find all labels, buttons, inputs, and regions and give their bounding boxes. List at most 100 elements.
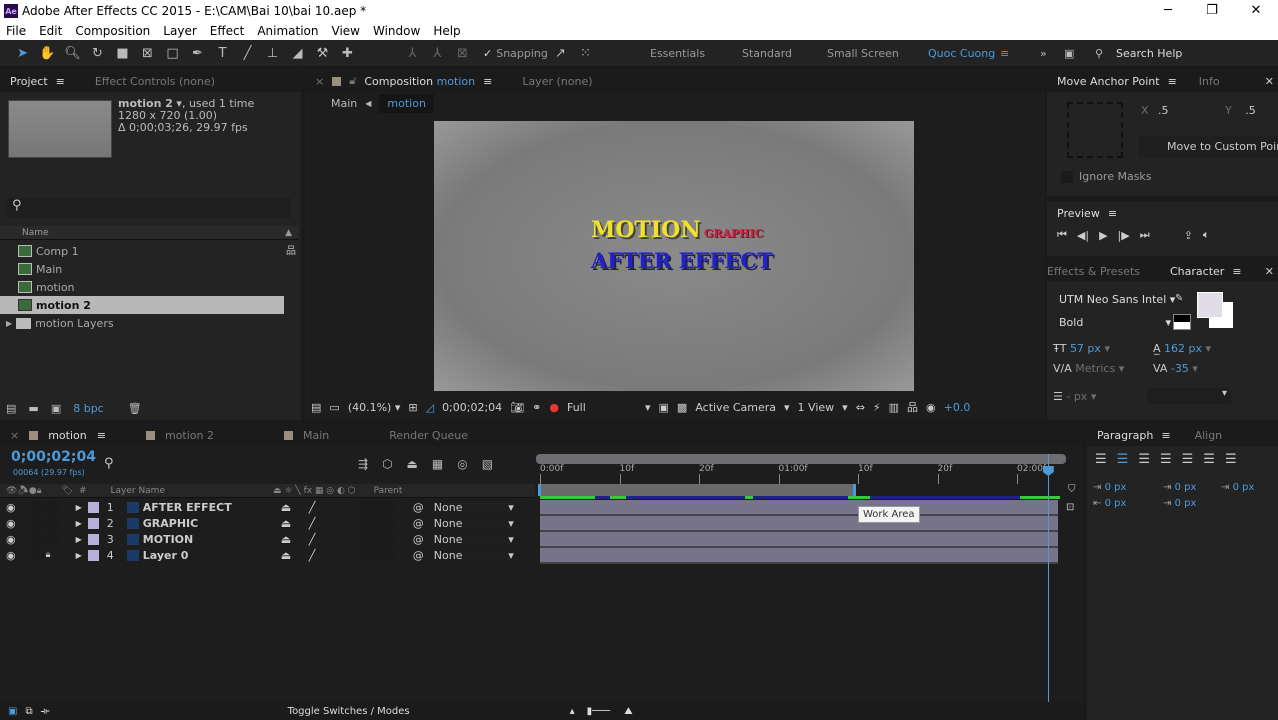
character-menu-icon[interactable]: ≡ <box>1232 265 1241 278</box>
indent-right-field[interactable]: ⇤ 0 px <box>1093 498 1126 509</box>
world-axis-icon[interactable]: ⅄ <box>425 46 450 61</box>
parent-dropdown[interactable]: None ▾ <box>429 500 514 514</box>
sort-icon[interactable]: ▲ <box>285 226 292 240</box>
font-style-dropdown[interactable]: Bold ▾ <box>1059 316 1171 329</box>
pick-whip-icon[interactable]: @ <box>413 517 424 530</box>
project-item-selected[interactable]: motion 2 <box>0 296 284 314</box>
first-frame-icon[interactable]: ⏮ <box>1057 228 1067 242</box>
toggle-switches-modes-button[interactable]: Toggle Switches / Modes <box>288 706 410 717</box>
exposure-value[interactable]: +0.0 <box>944 401 971 414</box>
delete-icon[interactable]: 🗑︎ <box>128 402 142 415</box>
tab-move-anchor-point[interactable]: Move Anchor Point <box>1057 75 1160 88</box>
time-navigator[interactable] <box>536 454 1066 464</box>
justify-last-right-icon[interactable]: ☰ <box>1203 452 1215 467</box>
menu-layer[interactable]: Layer <box>163 24 196 38</box>
project-menu-icon[interactable]: ≡ <box>56 75 65 88</box>
menu-composition[interactable]: Composition <box>75 24 150 38</box>
menu-view[interactable]: View <box>332 24 360 38</box>
justify-all-icon[interactable]: ☰ <box>1225 452 1237 467</box>
quality-switch-icon[interactable]: ╱ <box>309 533 359 546</box>
stroke-width-field[interactable]: ☰ - px ▾ <box>1053 390 1096 403</box>
tab-project[interactable]: Project <box>10 75 48 88</box>
tab-composition[interactable]: Composition motion <box>364 75 475 88</box>
next-frame-icon[interactable]: |▶ <box>1118 229 1130 242</box>
puppet-pin-tool-icon[interactable]: ✚ <box>335 46 360 61</box>
default-colors-icon[interactable] <box>1173 314 1191 330</box>
leading-field[interactable]: A̲ 162 px ▾ <box>1153 342 1211 355</box>
pan-behind-tool-icon[interactable]: ⊠ <box>135 46 160 61</box>
expand-arrow-icon[interactable]: ▶ <box>76 519 82 528</box>
align-left-icon[interactable]: ☰ <box>1095 452 1107 467</box>
fill-color-swatch[interactable] <box>1197 292 1223 318</box>
transfer-controls-icon[interactable]: ⧉ <box>25 706 32 717</box>
menu-help[interactable]: Help <box>433 24 460 38</box>
timeline-search-input[interactable]: ⚲ <box>104 456 114 471</box>
shy-layers-icon[interactable]: ⏏ <box>407 457 418 471</box>
parent-dropdown[interactable]: None ▾ <box>429 548 514 562</box>
pick-whip-icon[interactable]: @ <box>413 501 424 514</box>
stroke-type-dropdown[interactable]: ▾ <box>1147 388 1231 404</box>
layer-name[interactable]: Layer 0 <box>143 549 281 562</box>
new-composition-icon[interactable]: ▣ <box>51 402 61 415</box>
zoom-in-icon[interactable]: ⛰ <box>624 706 632 717</box>
zoom-out-icon[interactable]: ▴ <box>570 706 575 717</box>
visibility-eye-icon[interactable]: ◉ <box>6 501 16 514</box>
anchor-menu-icon[interactable]: ≡ <box>1168 75 1177 88</box>
y-field[interactable]: .5 <box>1245 104 1256 117</box>
menu-edit[interactable]: Edit <box>39 24 62 38</box>
type-tool-icon[interactable]: T <box>210 46 235 61</box>
minimize-button[interactable]: ─ <box>1146 0 1190 22</box>
anchor-grid[interactable] <box>1067 102 1123 158</box>
workspace-essentials[interactable]: Essentials <box>650 47 705 60</box>
restore-button[interactable]: ❐ <box>1190 0 1234 22</box>
hand-tool-icon[interactable]: ✋ <box>35 46 60 61</box>
eraser-tool-icon[interactable]: ◢ <box>285 46 310 61</box>
pick-whip-icon[interactable]: @ <box>413 533 424 546</box>
show-snapshot-icon[interactable]: ⚭ <box>532 401 541 414</box>
tab-character[interactable]: Character <box>1170 265 1224 278</box>
zoom-slider[interactable]: ▮─── <box>587 706 611 717</box>
shy-switch-icon[interactable]: ⏏ <box>281 517 309 530</box>
search-help-field[interactable]: Search Help <box>1116 47 1182 60</box>
label-color[interactable] <box>87 549 99 561</box>
roto-brush-tool-icon[interactable]: ⚒ <box>310 46 335 61</box>
menu-animation[interactable]: Animation <box>257 24 318 38</box>
snap-icon[interactable]: ↗ <box>548 46 573 61</box>
expand-arrow-icon[interactable]: ▶ <box>76 503 82 512</box>
indent-first-line-field[interactable]: ⇥ 0 px <box>1221 482 1254 493</box>
sync-icon[interactable]: ▣ <box>1064 47 1074 60</box>
parent-header[interactable]: Parent <box>374 486 403 496</box>
label-color[interactable] <box>87 517 99 529</box>
workspace-menu-icon[interactable]: ≡ <box>1000 47 1009 60</box>
menu-window[interactable]: Window <box>373 24 420 38</box>
draft-3d-icon[interactable]: ⬡ <box>382 457 392 471</box>
quality-switch-icon[interactable]: ╱ <box>309 549 359 562</box>
tab-align[interactable]: Align <box>1195 429 1223 442</box>
font-family-dropdown[interactable]: UTM Neo Sans Intel ▾ <box>1059 293 1175 306</box>
project-item[interactable]: Main <box>0 260 284 278</box>
x-field[interactable]: .5 <box>1158 104 1169 117</box>
parent-dropdown[interactable]: None ▾ <box>429 532 514 546</box>
expand-arrow-icon[interactable]: ▶ <box>6 319 12 328</box>
camera-tool-icon[interactable]: ■ <box>110 46 135 61</box>
mask-icon[interactable]: ▭ <box>329 401 339 414</box>
last-frame-icon[interactable]: ⏭ <box>1140 228 1150 242</box>
playhead[interactable] <box>1042 454 1054 702</box>
shy-switch-icon[interactable]: ⏏ <box>281 533 309 546</box>
eyedropper-icon[interactable]: ✎ <box>1175 293 1183 304</box>
current-timecode[interactable]: 0;00;02;04 <box>11 449 96 465</box>
quality-switch-icon[interactable]: ╱ <box>309 517 359 530</box>
grid-icon[interactable]: ⊞ <box>408 401 417 414</box>
zoom-tool-icon[interactable]: 🔍︎ <box>60 46 85 61</box>
resolution-dropdown[interactable]: Full <box>567 401 637 414</box>
lock-icon[interactable]: 🔓︎ <box>349 74 356 88</box>
justify-last-left-icon[interactable]: ☰ <box>1160 452 1172 467</box>
frame-blending-icon[interactable]: ▦ <box>432 457 443 471</box>
label-color[interactable] <box>87 501 99 513</box>
view-layout-dropdown[interactable]: 1 View <box>798 401 835 414</box>
indent-left-field[interactable]: ⇥ 0 px <box>1093 482 1126 493</box>
lock-icon[interactable]: 🔒︎ <box>46 550 58 560</box>
tab-render-queue[interactable]: Render Queue <box>389 429 468 442</box>
comp-button-icon[interactable]: ⊡ <box>1066 502 1074 513</box>
time-ruler[interactable]: 0:00f 10f 20f 01:00f 10f 20f 02:00f <box>536 464 1066 484</box>
